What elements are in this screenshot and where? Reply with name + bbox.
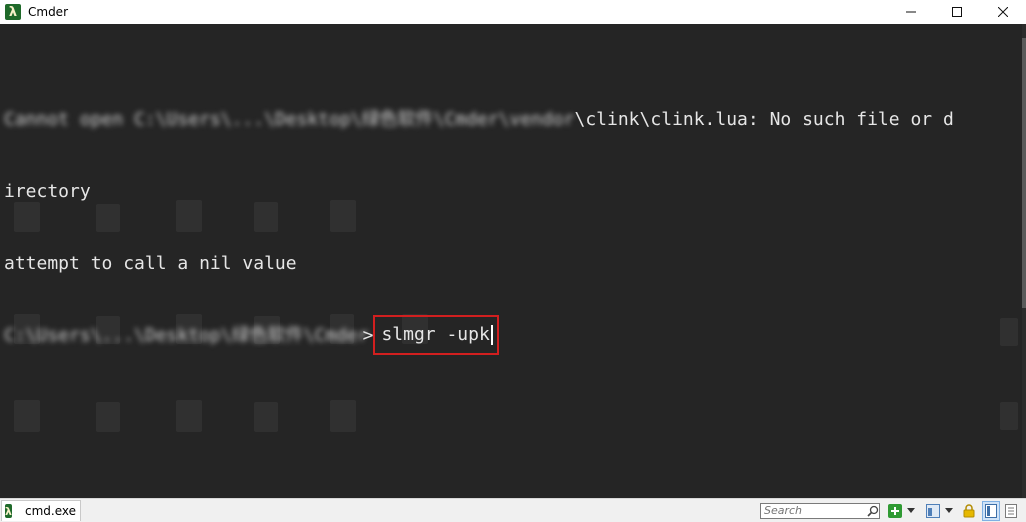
lock-button[interactable]: [960, 501, 978, 521]
maximize-button[interactable]: [934, 0, 980, 24]
scrollbar-thumb[interactable]: [1022, 38, 1026, 308]
prompt-line: C:\Users\...\Desktop\绿色软件\Cmder > slmgr -u…: [4, 315, 954, 355]
minimize-icon: [906, 11, 916, 13]
desktop-ghost: [176, 400, 202, 432]
console-tab[interactable]: λ cmd.exe: [1, 500, 81, 521]
maximize-icon: [952, 7, 962, 17]
desktop-ghost: [14, 400, 40, 432]
console-text: \clink\clink.lua: No such file or d: [574, 109, 954, 130]
search-box[interactable]: [760, 502, 880, 519]
close-icon: [998, 7, 1008, 17]
dropdown-icon: [945, 507, 953, 513]
cmder-lambda-icon: λ: [5, 504, 12, 518]
search-input[interactable]: [761, 503, 867, 518]
console-output: Cannot open C:\Users\...\Desktop\绿色软件\Cm…: [4, 60, 954, 396]
search-icon[interactable]: [867, 505, 879, 517]
desktop-ghost: [96, 402, 120, 432]
highlighted-command[interactable]: slmgr -upk: [373, 315, 499, 355]
redacted-text: Cannot open C:\Users\...\Desktop\绿色软件\Cm…: [4, 109, 575, 130]
split-view-icon: [926, 503, 940, 518]
tab-label: cmd.exe: [24, 504, 76, 518]
layout-button[interactable]: [982, 500, 1000, 521]
desktop-ghost: [1000, 318, 1018, 346]
status-bar: λ cmd.exe: [0, 498, 1026, 522]
console-line: Cannot open C:\Users\...\Desktop\绿色软件\Cm…: [4, 108, 954, 132]
split-view-button[interactable]: [924, 501, 942, 521]
title-bar[interactable]: λ Cmder: [0, 0, 1026, 24]
console-line: attempt to call a nil value: [4, 252, 954, 276]
console-text: attempt to call a nil value: [4, 253, 297, 274]
split-view-dropdown[interactable]: [944, 501, 954, 521]
desktop-ghost: [330, 400, 356, 432]
window-controls: [888, 0, 1026, 24]
desktop-ghost: [1000, 402, 1018, 430]
panel-icon: [1005, 503, 1017, 518]
console-text: irectory: [4, 181, 91, 202]
console-area[interactable]: Cannot open C:\Users\...\Desktop\绿色软件\Cm…: [0, 24, 1026, 498]
add-console-button[interactable]: [886, 501, 904, 521]
redacted-prompt-path: C:\Users\...\Desktop\绿色软件\Cmder: [4, 325, 369, 346]
cmder-lambda-icon: λ: [5, 4, 21, 20]
dropdown-icon: [907, 507, 915, 513]
minimize-button[interactable]: [888, 0, 934, 24]
console-line: irectory: [4, 180, 954, 204]
layout-icon: [985, 503, 997, 518]
close-button[interactable]: [980, 0, 1026, 24]
lock-icon: [963, 503, 975, 517]
add-console-icon: [888, 503, 902, 518]
window-title: Cmder: [28, 5, 69, 19]
command-text: slmgr -upk: [381, 324, 490, 345]
text-cursor: [490, 325, 493, 345]
add-console-dropdown[interactable]: [906, 501, 916, 521]
desktop-ghost: [254, 402, 278, 432]
panel-button[interactable]: [1002, 501, 1020, 521]
